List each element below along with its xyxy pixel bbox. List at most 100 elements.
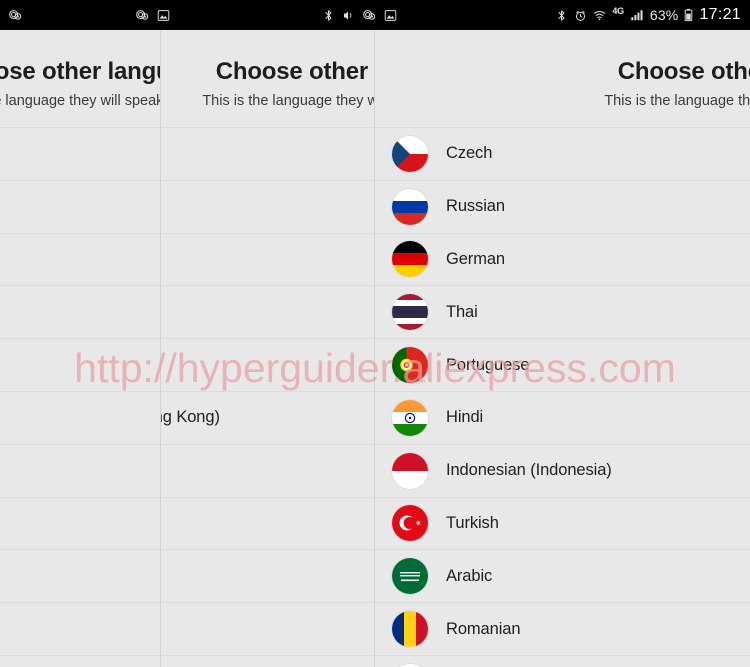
language-list-item[interactable]: Turkish: [374, 496, 750, 550]
language-list-item[interactable]: Romanian: [374, 602, 750, 655]
flag-id-icon: [392, 452, 428, 489]
language-name-label: Czech: [446, 144, 493, 163]
language-list-item[interactable]: Thai: [374, 285, 750, 338]
status-bar-left-group: [0, 0, 23, 30]
page-title: Choose other language: [617, 58, 750, 85]
language-list-item[interactable]: Russian: [374, 179, 750, 233]
flag-icon-wrapper: [374, 399, 446, 436]
language-list-item[interactable]: Finnish: [160, 443, 374, 497]
language-list-item[interactable]: English: [160, 126, 374, 180]
screenshot-icon: [384, 9, 397, 22]
language-list-item[interactable]: Hungarian: [0, 602, 160, 655]
panel-1-content: Choose other language This is the langua…: [0, 30, 160, 667]
status-bar-right-group: 4G 63% 17:21: [555, 0, 750, 30]
language-list-item[interactable]: English: [160, 179, 374, 233]
page-subtitle: This is the language they will speak and…: [202, 92, 374, 109]
panel-3-header: Choose other language This is the langua…: [374, 30, 750, 110]
panel-divider-2: [374, 30, 375, 667]
flag-icon-wrapper: [374, 452, 446, 489]
signal-bars-icon: [630, 8, 644, 22]
screenshot-icon: [157, 9, 170, 22]
flag-icon-wrapper: [374, 241, 446, 278]
status-bar: 4G 63% 17:21: [0, 0, 750, 30]
language-list-item[interactable]: Hebrew: [374, 654, 750, 667]
language-name-label: Indonesian (Indonesia): [446, 461, 612, 480]
language-name-label: Hindi: [446, 408, 484, 427]
language-list-item[interactable]: Korean: [0, 285, 160, 338]
flag-th-icon: [392, 294, 428, 331]
language-list-item[interactable]: Czech: [160, 602, 374, 655]
network-type-label: 4G: [612, 6, 624, 16]
language-list-item[interactable]: English: [160, 285, 374, 338]
flag-tr-icon: [392, 505, 428, 542]
page-subtitle: This is the language they will speak and…: [604, 92, 750, 109]
status-bar-mid-group-1: [135, 0, 170, 30]
flag-icon-wrapper: [374, 294, 446, 331]
language-list-item[interactable]: Portuguese: [374, 338, 750, 391]
language-list-item[interactable]: Czech: [374, 126, 750, 180]
language-list-2[interactable]: EnglishEnglishEnglishEnglishJapaneseCant…: [160, 126, 374, 667]
language-list-item[interactable]: Japanese: [160, 338, 374, 391]
language-list-item[interactable]: Arabic: [374, 549, 750, 602]
language-name-label: Cantonese (Hong Kong): [160, 408, 220, 427]
battery-percent-label: 63%: [649, 7, 679, 23]
flag-icon-wrapper: [374, 505, 446, 542]
mute-icon: [342, 9, 355, 22]
page-title: Choose other language: [215, 58, 374, 85]
alarm-icon: [574, 9, 587, 22]
fingerprint-icon: [362, 8, 377, 23]
language-name-label: Thai: [446, 302, 478, 321]
language-name-label: Arabic: [446, 566, 493, 585]
clock-label: 17:21: [699, 6, 741, 23]
panel-divider-1: [160, 30, 161, 667]
battery-icon: [684, 8, 693, 22]
flag-icon-wrapper: [374, 347, 446, 384]
language-list-item[interactable]: Russian: [160, 654, 374, 667]
language-name-label: Portuguese: [446, 355, 530, 374]
page-title: Choose other language: [0, 58, 160, 85]
flag-icon-wrapper: [374, 188, 446, 225]
language-list-item[interactable]: Polish: [160, 496, 374, 550]
language-list-item[interactable]: Hindi: [374, 390, 750, 444]
panel-2-content: Choose other language This is the langua…: [160, 30, 374, 667]
flag-pt-icon: [392, 347, 428, 384]
panel-1-header: Choose other language This is the langua…: [0, 30, 160, 110]
wifi-icon: [593, 9, 606, 22]
language-name-label: Romanian: [446, 619, 521, 638]
flag-cz-icon: [392, 135, 428, 172]
language-list-item[interactable]: Indonesian (Indonesia): [374, 443, 750, 497]
page-subtitle: This is the language they will speak and…: [0, 92, 160, 109]
language-list-item[interactable]: Spanish: [0, 496, 160, 550]
language-list-3[interactable]: Czech Russian German Thai Portuguese Hindi Ind…: [374, 126, 750, 667]
flag-icon-wrapper: [374, 611, 446, 648]
language-list-1[interactable]: DutchFrenchItalianKoreanDanishChineseSwe…: [0, 126, 160, 667]
language-list-item[interactable]: Italian: [0, 232, 160, 286]
language-list-item[interactable]: Dutch: [0, 126, 160, 180]
panel-3-content: Choose other language This is the langua…: [374, 30, 750, 667]
language-list-item[interactable]: Danish: [0, 338, 160, 391]
flag-in-icon: [392, 399, 428, 436]
language-name-label: Turkish: [446, 513, 499, 532]
screenshot-panel-2: Choose other language This is the langua…: [160, 30, 374, 667]
language-list-item[interactable]: Greek: [160, 549, 374, 602]
language-name-label: Russian: [446, 197, 505, 216]
language-list-item[interactable]: French: [0, 179, 160, 233]
status-bar-mid-group-2: [322, 0, 397, 30]
bluetooth-icon: [555, 9, 568, 22]
language-name-label: German: [446, 249, 506, 268]
language-list-item[interactable]: Spanish: [0, 549, 160, 602]
panel-2-header: Choose other language This is the langua…: [160, 30, 374, 110]
language-list-item[interactable]: Cantonese (Hong Kong): [160, 390, 374, 444]
language-list-item[interactable]: Greek: [0, 654, 160, 667]
flag-icon-wrapper: [374, 135, 446, 172]
language-list-item[interactable]: Chinese: [0, 390, 160, 444]
flag-sa-icon: [392, 558, 428, 595]
screenshot-panel-3: Choose other language This is the langua…: [374, 30, 750, 667]
screenshot-panel-1: Choose other language This is the langua…: [0, 30, 160, 667]
flag-ru-icon: [392, 188, 428, 225]
language-list-item[interactable]: Swedish: [0, 443, 160, 497]
language-list-item[interactable]: German: [374, 232, 750, 286]
flag-ro-icon: [392, 611, 428, 648]
language-list-item[interactable]: English: [160, 232, 374, 286]
bluetooth-icon: [322, 9, 335, 22]
